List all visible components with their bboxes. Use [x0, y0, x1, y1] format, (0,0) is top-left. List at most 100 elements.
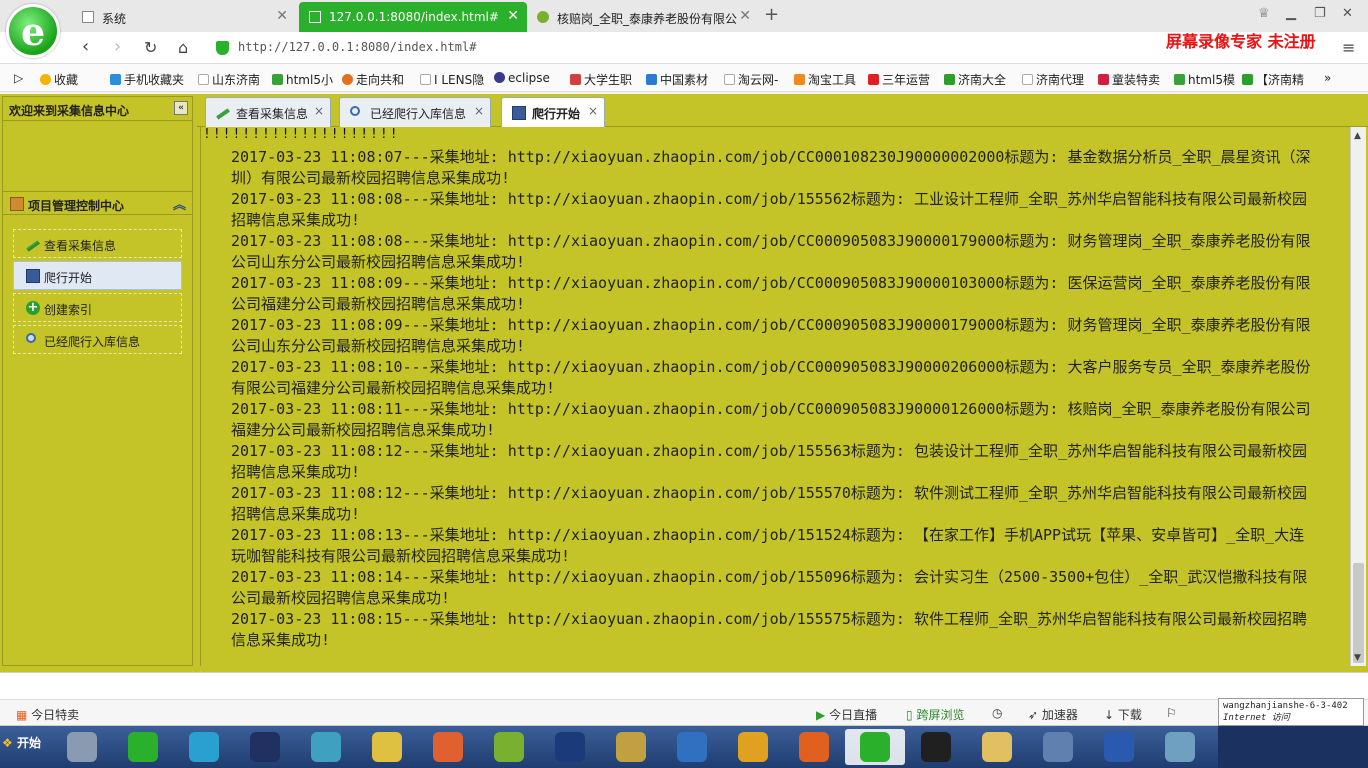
scroll-down-icon[interactable]: ▼	[1354, 653, 1361, 663]
archive-icon	[10, 197, 24, 211]
home-icon[interactable]: ⌂	[178, 38, 188, 57]
close-tab-icon[interactable]: ×	[474, 104, 484, 118]
cross-screen-link[interactable]: ▯ 跨屏浏览	[906, 706, 964, 723]
flag-icon[interactable]: ⚐	[1166, 706, 1177, 720]
sidebar-item-view-collected[interactable]: 查看采集信息	[13, 229, 182, 258]
scroll-up-icon[interactable]: ▲	[1354, 131, 1361, 141]
log-line: 2017-03-23 11:08:12---采集地址: http://xiaoy…	[231, 484, 1308, 523]
bookmark-item[interactable]: 山东济南	[198, 71, 260, 88]
taskbar-app-button[interactable]	[967, 729, 1027, 765]
skin-icon[interactable]: ♕	[1258, 6, 1270, 21]
sidebar-toggle-icon[interactable]: ▷	[14, 71, 23, 85]
taskbar-app-button[interactable]	[845, 729, 905, 765]
magnifier-icon	[26, 333, 36, 343]
android-app-icon	[494, 732, 524, 762]
phone-icon: ▯	[906, 708, 913, 722]
taskbar-app-button[interactable]	[1028, 729, 1088, 765]
bookmark-item[interactable]: 淘宝工具	[794, 71, 856, 88]
content-tabs: 查看采集信息 × 已经爬行入库信息 × 爬行开始 ×	[197, 94, 1368, 127]
bookmark-item[interactable]: html5小	[272, 71, 333, 88]
taskbar-app-button[interactable]	[1089, 729, 1149, 765]
browser-logo-icon[interactable]: e	[6, 4, 60, 58]
bookmarks-bar: ▷ 收藏 手机收藏夹 山东济南 html5小 走向共和 I LENS隐 ecli…	[0, 64, 1368, 92]
download-link[interactable]: ↓ 下载	[1104, 706, 1142, 723]
taskbar-app-button[interactable]	[174, 729, 234, 765]
close-tab-icon[interactable]: ✕	[276, 8, 288, 24]
close-tab-icon[interactable]: ✕	[739, 8, 751, 24]
taskbar-app-button[interactable]	[1150, 729, 1210, 765]
restore-icon[interactable]: ❐	[1314, 6, 1326, 21]
taskbar-app-button[interactable]	[357, 729, 417, 765]
browser-tab-index[interactable]: 127.0.0.1:8080/index.html# ✕	[299, 2, 527, 32]
close-tab-icon[interactable]: ×	[588, 104, 598, 118]
refresh-icon[interactable]: ↻	[144, 38, 157, 57]
taskbar-app-button[interactable]	[906, 729, 966, 765]
log-scrollbar[interactable]: ▲ ▼	[1350, 127, 1366, 666]
bookmark-item[interactable]: 走向共和	[342, 71, 404, 88]
bookmark-item[interactable]: 淘云网-	[724, 71, 778, 88]
close-tab-icon[interactable]: ×	[314, 104, 324, 118]
bookmark-item[interactable]: eclipse	[494, 71, 550, 85]
bookmark-item[interactable]: 【济南精	[1242, 71, 1304, 88]
bookmark-item[interactable]: 济南代理	[1022, 71, 1084, 88]
taskbar-app-button[interactable]	[52, 729, 112, 765]
menu-icon[interactable]: ≡	[1342, 38, 1355, 57]
bookmark-item[interactable]: 童装特卖	[1098, 71, 1160, 88]
close-tab-icon[interactable]: ✕	[507, 8, 519, 24]
close-window-icon[interactable]: ✕	[1342, 6, 1353, 21]
sidebar-item-start-crawl[interactable]: 爬行开始	[13, 261, 182, 290]
bookmark-item[interactable]: 中国素材	[646, 71, 708, 88]
windows-icon: ❖	[2, 736, 13, 750]
tab-view-collected[interactable]: 查看采集信息 ×	[205, 97, 331, 127]
url-input[interactable]: http://127.0.0.1:8080/index.html#	[238, 40, 476, 54]
bookmark-item[interactable]: 济南大全	[944, 71, 1006, 88]
chevron-up-icon[interactable]: ︽	[173, 194, 186, 213]
start-button[interactable]: ❖ 开始	[2, 734, 41, 751]
shield-icon	[216, 41, 229, 55]
forward-icon[interactable]: ›	[114, 36, 121, 57]
taskbar-app-button[interactable]	[662, 729, 722, 765]
bookmark-item[interactable]: I LENS隐	[420, 71, 484, 88]
live-link[interactable]: ▶ 今日直播	[816, 706, 877, 723]
tab-crawled-stored[interactable]: 已经爬行入库信息 ×	[339, 97, 491, 127]
gear-icon	[537, 11, 549, 23]
bookmark-item[interactable]: 三年运营	[868, 71, 930, 88]
taskbar-app-button[interactable]	[784, 729, 844, 765]
taskbar-app-button[interactable]	[113, 729, 173, 765]
collapse-sidebar-button[interactable]: «	[174, 101, 188, 115]
taskbar: ❖ 开始	[0, 726, 1368, 768]
log-line: 2017-03-23 11:08:14---采集地址: http://xiaoy…	[231, 568, 1308, 607]
bookmark-item[interactable]: 手机收藏夹	[110, 71, 184, 88]
panel-header[interactable]: 项目管理控制中心 ︽	[3, 191, 192, 215]
browser-tab-job[interactable]: 核赔岗_全职_泰康养老股份有限公 ✕	[527, 2, 759, 32]
taskbar-app-button[interactable]	[723, 729, 783, 765]
bookmark-item[interactable]: 大学生职	[570, 71, 632, 88]
browser-statusbar: ▦ 今日特卖 ▶ 今日直播 ▯ 跨屏浏览 ◷ ➶ 加速器 ↓ 下载 ⚐	[0, 700, 1368, 726]
bookmark-item[interactable]: 收藏	[40, 71, 78, 88]
plus-icon: +	[26, 300, 40, 315]
minimize-icon[interactable]: ▁	[1286, 6, 1296, 21]
browser-tab-system[interactable]: 系统 ✕	[72, 2, 296, 32]
taskbar-app-button[interactable]	[601, 729, 661, 765]
bookmark-item[interactable]: html5模	[1174, 71, 1235, 88]
tab-start-crawl[interactable]: 爬行开始 ×	[501, 97, 605, 127]
scrollbar-thumb[interactable]	[1353, 563, 1364, 663]
taskbar-app-button[interactable]	[540, 729, 600, 765]
taskbar-app-button[interactable]	[479, 729, 539, 765]
taskbar-app-button[interactable]	[296, 729, 356, 765]
crawl-log-panel[interactable]: !!!!!!!!!!!!!!!!!!!! 2017-03-23 11:08:07…	[200, 127, 1350, 666]
network-app-icon	[677, 732, 707, 762]
star-icon	[40, 74, 51, 85]
back-icon[interactable]: ‹	[82, 36, 89, 57]
more-bookmarks-icon[interactable]: »	[1324, 71, 1331, 85]
accelerator-link[interactable]: ➶ 加速器	[1028, 706, 1078, 723]
log-line: 2017-03-23 11:08:15---采集地址: http://xiaoy…	[231, 610, 1308, 649]
taskbar-app-button[interactable]	[235, 729, 295, 765]
new-tab-button[interactable]: +	[764, 4, 779, 25]
taskbar-app-button[interactable]	[418, 729, 478, 765]
gift-icon	[1098, 74, 1109, 85]
sidebar-item-crawled-stored[interactable]: 已经爬行入库信息	[13, 325, 182, 354]
history-icon[interactable]: ◷	[992, 706, 1002, 720]
sidebar-item-create-index[interactable]: + 创建索引	[13, 293, 182, 322]
today-sale-link[interactable]: ▦ 今日特卖	[16, 706, 79, 723]
